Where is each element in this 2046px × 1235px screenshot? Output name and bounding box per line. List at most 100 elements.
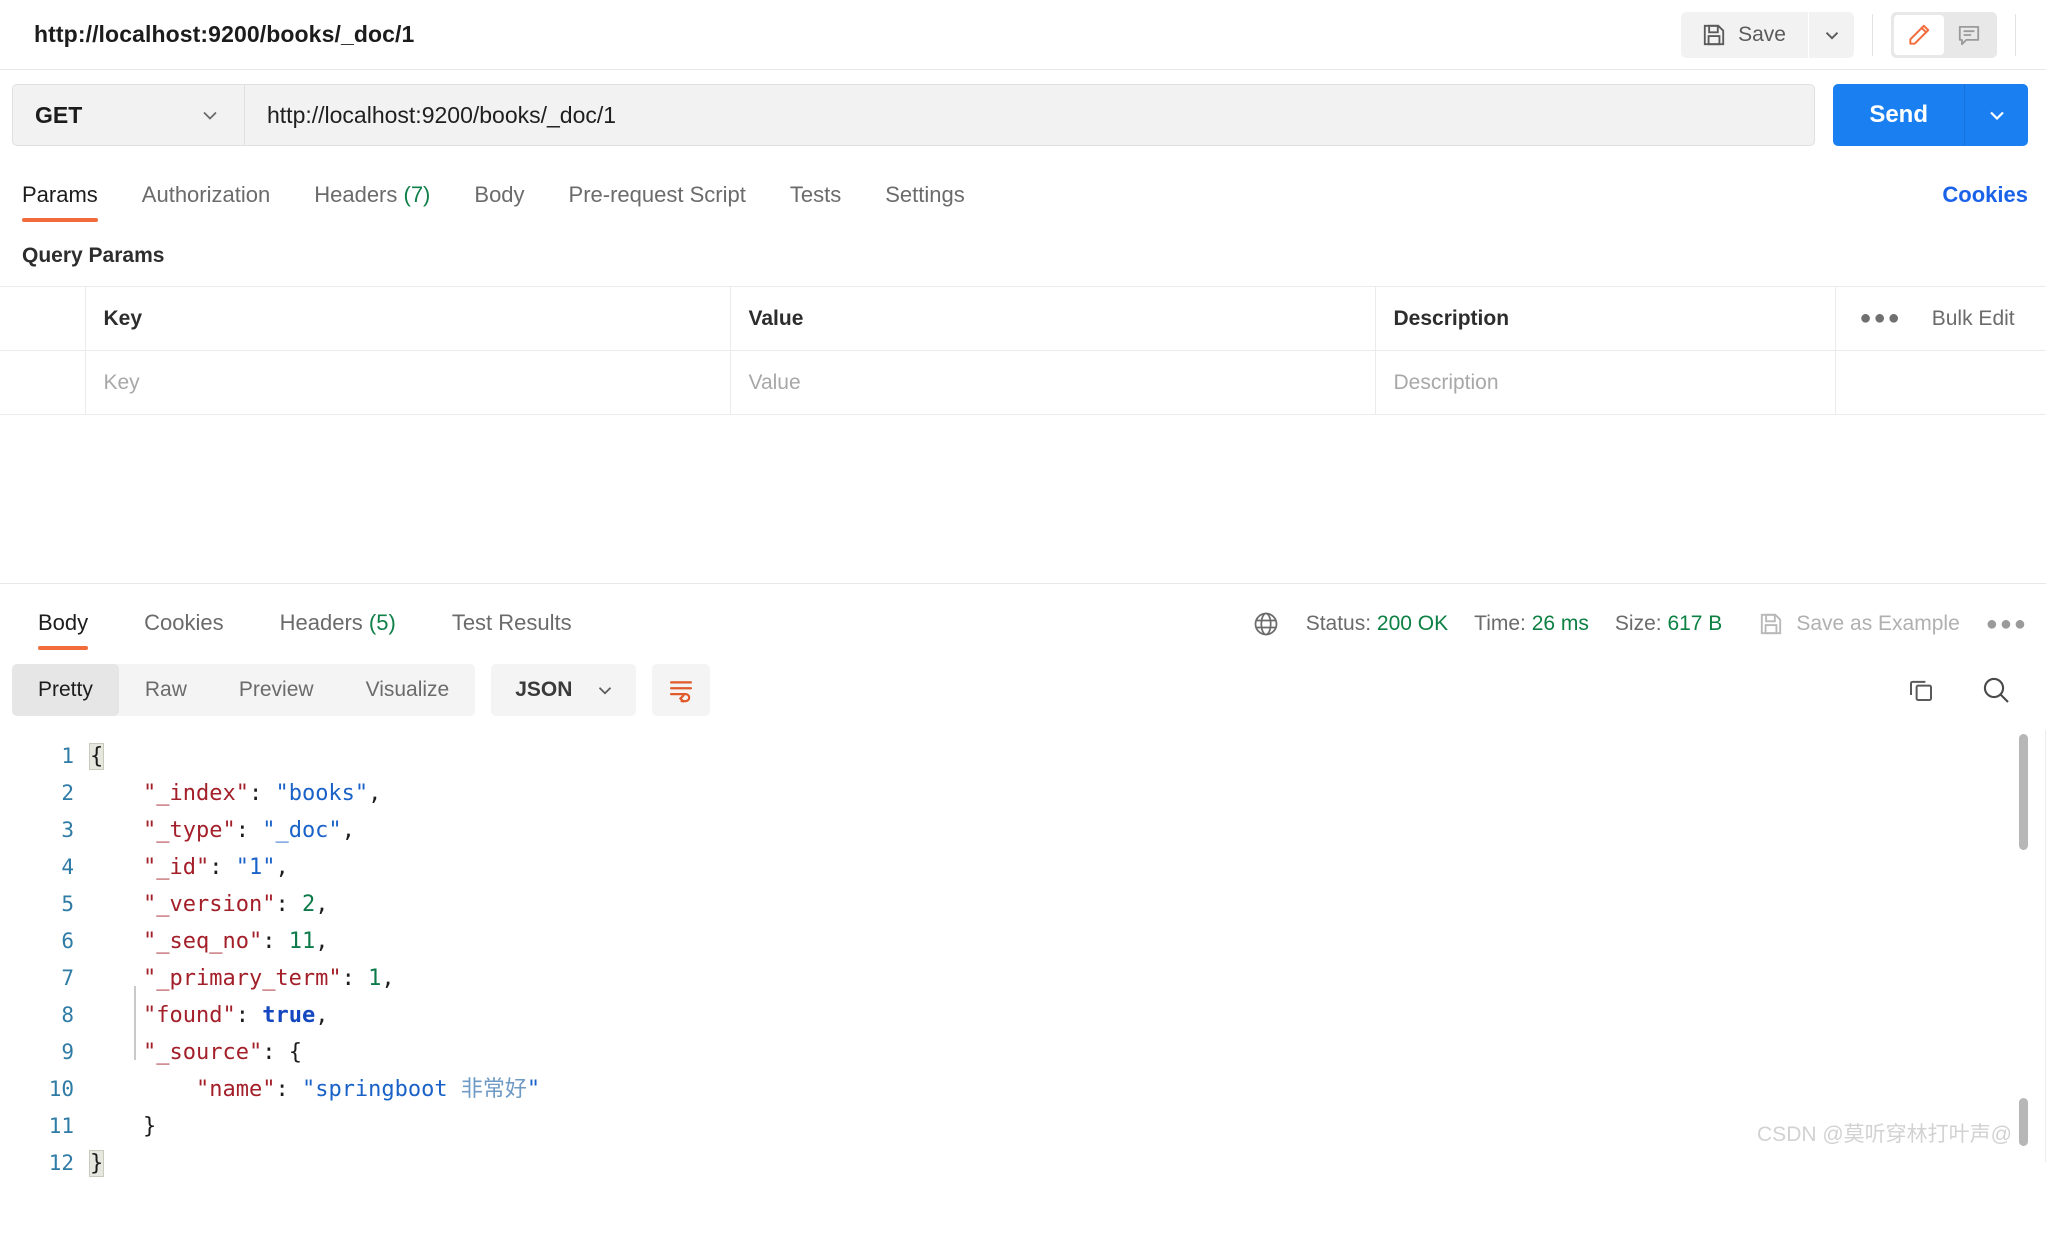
http-method-selector[interactable]: GET — [12, 84, 244, 146]
chevron-down-icon — [1985, 103, 2009, 127]
column-header-value: Value — [730, 286, 1376, 351]
search-icon[interactable] — [1980, 674, 2012, 706]
chevron-down-icon — [594, 679, 616, 701]
save-button-label: Save — [1738, 22, 1786, 46]
top-bar: http://localhost:9200/books/_doc/1 Save — [0, 0, 2046, 70]
code-line: "_source": { — [142, 1040, 302, 1065]
request-url-row: GET http://localhost:9200/books/_doc/1 S… — [0, 70, 2046, 160]
tab-label: Settings — [885, 182, 965, 207]
toolbar-divider-right — [2015, 13, 2016, 56]
table-header-row: Key Value Description ●●● Bulk Edit — [0, 286, 2046, 351]
response-tab-bar: Body Cookies Headers (5) Test Results St… — [0, 584, 2046, 650]
body-view-pretty[interactable]: Pretty — [12, 664, 119, 716]
time-badge: Time: 26 ms — [1474, 612, 1589, 636]
tab-params[interactable]: Params — [22, 182, 98, 222]
bulk-edit-button[interactable]: Bulk Edit — [1932, 307, 2015, 331]
line-number: 8 — [61, 1003, 74, 1027]
time-label: Time: — [1474, 612, 1526, 635]
word-wrap-button[interactable] — [652, 664, 711, 716]
param-value-input[interactable]: Value — [731, 371, 1375, 395]
tab-label: Headers — [314, 182, 398, 207]
body-format-selector[interactable]: JSON — [491, 664, 637, 716]
response-more-icon[interactable]: ●●● — [1986, 613, 2028, 636]
code-scrollbar-thumb-lower[interactable] — [2019, 1098, 2028, 1146]
save-options-button[interactable] — [1808, 11, 1854, 58]
param-description-input[interactable]: Description — [1376, 371, 1835, 395]
toolbar-divider — [1872, 13, 1873, 56]
tab-count-badge: (7) — [403, 182, 431, 207]
request-tab-bar: Params Authorization Headers (7) Body Pr… — [0, 160, 2046, 222]
code-line: { — [88, 743, 105, 770]
code-line: "_type": "_doc", — [142, 818, 355, 843]
size-badge: Size: 617 B — [1615, 612, 1722, 636]
body-toolbar-actions — [1906, 674, 2028, 706]
send-options-button[interactable] — [1964, 84, 2028, 146]
column-header-key-label: Key — [103, 306, 143, 330]
code-line: "_id": "1", — [142, 855, 289, 880]
body-view-visualize[interactable]: Visualize — [340, 664, 476, 716]
tab-headers[interactable]: Headers (7) — [314, 182, 430, 222]
response-tab-test-results[interactable]: Test Results — [452, 610, 572, 650]
code-line: "found": true, — [142, 1003, 329, 1028]
code-lines[interactable]: { "_index": "books", "_type": "_doc", "_… — [88, 738, 2046, 1177]
code-line: "_version": 2, — [142, 892, 329, 917]
line-number: 1 — [61, 744, 74, 768]
code-scrollbar-thumb[interactable] — [2019, 734, 2028, 850]
code-line: "_primary_term": 1, — [142, 966, 395, 991]
param-key-cell[interactable]: Key — [85, 350, 731, 415]
response-tab-body[interactable]: Body — [38, 610, 89, 650]
body-view-preview[interactable]: Preview — [213, 664, 340, 716]
status-value: 200 OK — [1376, 612, 1449, 635]
copy-icon[interactable] — [1906, 675, 1936, 705]
table-row: Key Value Description — [0, 350, 2046, 415]
tab-tests[interactable]: Tests — [790, 182, 841, 222]
view-mode-toggle-group — [1891, 11, 1997, 58]
edit-mode-button[interactable] — [1894, 14, 1944, 55]
status-badge: Status: 200 OK — [1306, 612, 1448, 636]
line-number: 6 — [61, 929, 74, 953]
tab-label: Pre-request Script — [568, 182, 746, 207]
param-value-cell[interactable]: Value — [730, 350, 1376, 415]
tab-authorization[interactable]: Authorization — [142, 182, 270, 222]
size-value: 617 B — [1667, 612, 1723, 635]
tab-label: Cookies — [144, 610, 224, 635]
line-number: 4 — [61, 855, 74, 879]
code-line: } — [88, 1150, 105, 1177]
tab-label: Authorization — [141, 182, 271, 207]
ellipsis-icon[interactable]: ●●● — [1860, 307, 1902, 330]
tab-label: Body — [474, 182, 525, 207]
cookies-link[interactable]: Cookies — [1942, 182, 2028, 222]
floppy-disk-icon — [1758, 611, 1784, 637]
body-view-segmented-control: Pretty Raw Preview Visualize — [12, 664, 476, 716]
response-body-code-viewer[interactable]: 1 2 3 4 5 6 7 8 9 10 11 12 { "_index": "… — [0, 730, 2046, 1177]
tab-label: Test Results — [451, 610, 572, 635]
tab-count-badge: (5) — [368, 610, 396, 635]
save-button[interactable]: Save — [1681, 11, 1808, 58]
tab-body[interactable]: Body — [474, 182, 524, 222]
response-tab-headers[interactable]: Headers (5) — [280, 610, 396, 650]
tab-label: Tests — [789, 182, 842, 207]
query-params-title: Query Params — [22, 244, 165, 267]
word-wrap-icon — [667, 676, 695, 704]
tab-pre-request-script[interactable]: Pre-request Script — [569, 182, 746, 222]
param-description-cell[interactable]: Description — [1375, 350, 1836, 415]
row-actions-cell — [1835, 350, 2046, 415]
size-label: Size: — [1614, 612, 1662, 635]
comment-button[interactable] — [1944, 15, 1994, 55]
body-view-raw[interactable]: Raw — [119, 664, 213, 716]
line-number: 2 — [61, 781, 74, 805]
response-tab-cookies[interactable]: Cookies — [144, 610, 223, 650]
line-number: 9 — [61, 1040, 74, 1064]
tab-settings[interactable]: Settings — [885, 182, 965, 222]
param-key-input[interactable]: Key — [86, 371, 730, 395]
status-label: Status: — [1305, 612, 1372, 635]
save-as-example-button[interactable]: Save as Example — [1758, 611, 1960, 637]
top-bar-actions: Save — [1681, 0, 2046, 69]
http-method-label: GET — [35, 101, 83, 128]
send-button[interactable]: Send — [1833, 84, 1964, 146]
row-checkbox-cell[interactable] — [0, 350, 86, 415]
column-header-description-label: Description — [1393, 306, 1510, 330]
line-number: 10 — [48, 1077, 74, 1101]
url-input[interactable]: http://localhost:9200/books/_doc/1 — [244, 84, 1816, 146]
time-value: 26 ms — [1531, 612, 1589, 635]
